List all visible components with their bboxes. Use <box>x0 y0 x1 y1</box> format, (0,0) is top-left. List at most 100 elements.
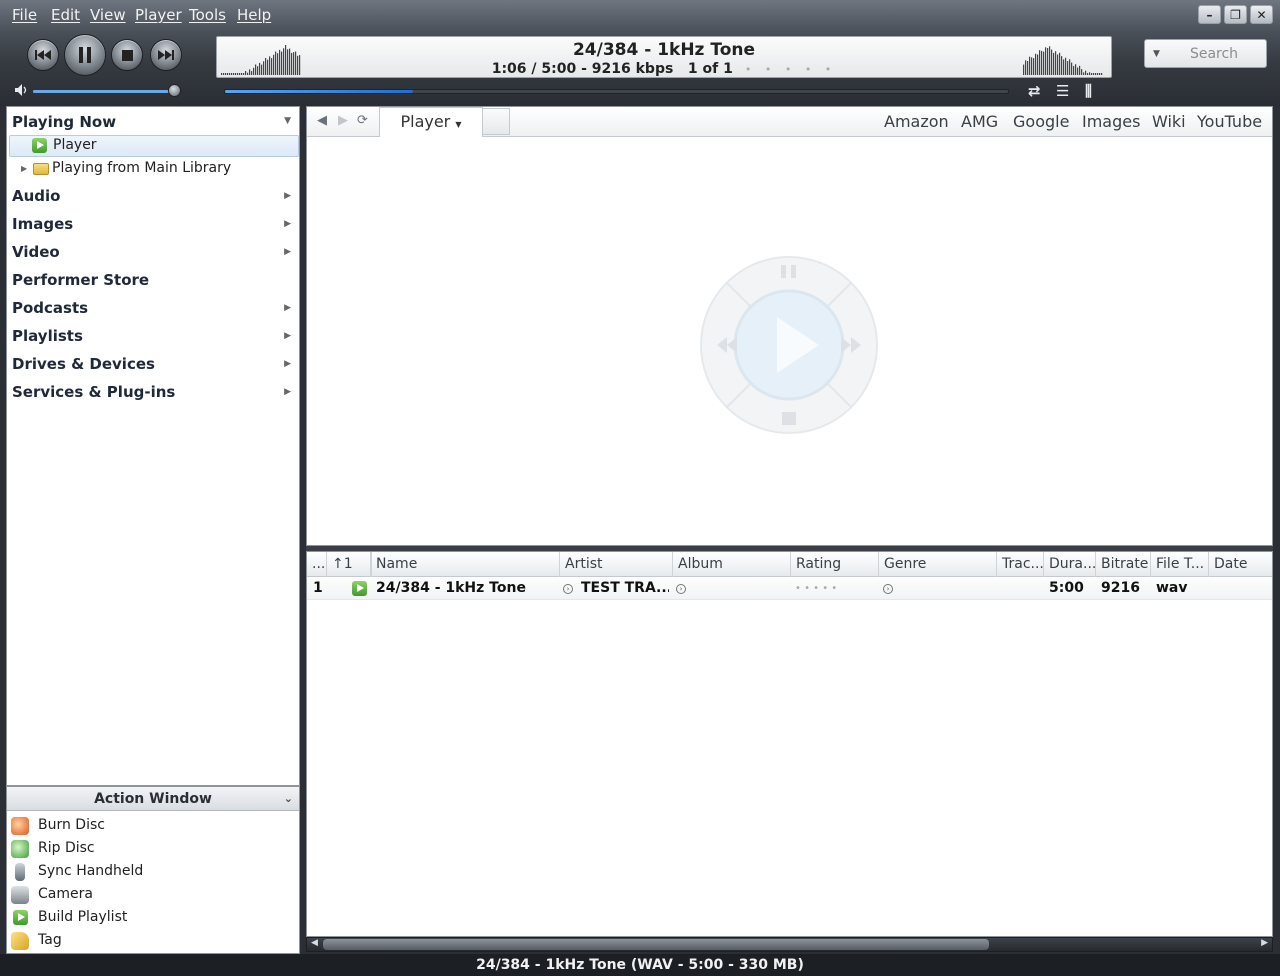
player-logo-icon <box>700 256 878 434</box>
spectrum-bar <box>1035 53 1037 75</box>
tree-section-podcasts[interactable]: Podcasts <box>12 299 88 317</box>
volume-slider[interactable] <box>33 90 175 93</box>
tab-player[interactable]: Player ▼ <box>379 107 483 137</box>
column-header-more[interactable]: ... <box>307 552 327 577</box>
back-icon[interactable]: ◀ <box>317 113 327 128</box>
pause-icon <box>79 47 91 63</box>
column-header-album[interactable]: Album <box>673 552 791 577</box>
link-amg[interactable]: AMG <box>961 112 998 131</box>
tree-item-playing-from-main-library[interactable]: Playing from Main Library <box>52 160 231 176</box>
repeat-icon[interactable]: ⇄ <box>1028 82 1041 100</box>
link-youtube[interactable]: YouTube <box>1197 112 1262 131</box>
track-list: ... ↑1 Name Artist Album Rating Genre Tr… <box>306 551 1273 937</box>
horizontal-scrollbar[interactable]: ◀ ▶ <box>306 937 1273 952</box>
forward-icon[interactable]: ▶ <box>338 113 348 128</box>
spectrum-bar <box>1095 73 1097 75</box>
next-track-button[interactable] <box>150 39 182 71</box>
row-rating[interactable]: • • • • • <box>795 583 837 594</box>
tree-section-drives-devices[interactable]: Drives & Devices <box>12 355 155 373</box>
spectrum-bar <box>1029 56 1031 75</box>
pause-button[interactable] <box>64 34 106 76</box>
list-header: ... ↑1 Name Artist Album Rating Genre Tr… <box>307 552 1272 577</box>
spectrum-bar <box>1083 72 1085 75</box>
shuffle-icon[interactable]: ☰ <box>1056 82 1069 100</box>
tree-section-video[interactable]: Video <box>12 243 60 261</box>
minimize-button[interactable]: – <box>1198 5 1221 24</box>
volume-icon[interactable] <box>15 84 29 96</box>
close-button[interactable]: ✕ <box>1250 5 1273 24</box>
tree-section-services-plugins[interactable]: Services & Plug-ins <box>12 383 175 401</box>
menu-view[interactable]: View <box>90 6 126 24</box>
table-row[interactable]: 1 24/384 - 1kHz Tone › TEST TRA... › • •… <box>307 578 1272 600</box>
column-header-order[interactable]: ↑1 <box>327 552 371 577</box>
link-wiki[interactable]: Wiki <box>1152 112 1186 131</box>
chevron-right-icon[interactable]: ▶ <box>284 387 291 397</box>
search-box[interactable]: ▼ <box>1144 39 1267 68</box>
link-amazon[interactable]: Amazon <box>884 112 949 131</box>
menu-player[interactable]: Player <box>135 6 182 24</box>
chevron-right-icon[interactable]: ▶ <box>284 331 291 341</box>
link-images[interactable]: Images <box>1082 112 1140 131</box>
expand-arrow-icon[interactable]: ▶ <box>21 164 27 173</box>
genre-link-icon[interactable]: › <box>883 584 893 594</box>
volume-slider-handle[interactable] <box>168 84 181 97</box>
tree-section-audio[interactable]: Audio <box>12 187 60 205</box>
column-header-file-type[interactable]: File T... <box>1151 552 1209 577</box>
action-window-title: Action Window <box>94 791 212 807</box>
tree-playing-now[interactable]: Playing Now <box>12 113 116 131</box>
menu-file[interactable]: File <box>12 6 37 24</box>
spectrum-bar <box>1079 65 1081 75</box>
tab-new[interactable] <box>482 108 510 135</box>
action-rip-disc-label: Rip Disc <box>38 840 95 856</box>
scroll-right-icon[interactable]: ▶ <box>1261 938 1268 948</box>
chevron-right-icon[interactable]: ▶ <box>284 303 291 313</box>
spectrum-bar <box>1043 51 1045 75</box>
tab-player-label: Player <box>400 112 451 131</box>
tree-section-images[interactable]: Images <box>12 215 73 233</box>
tree-section-performer-store[interactable]: Performer Store <box>12 271 149 289</box>
tree-section-playlists[interactable]: Playlists <box>12 327 83 345</box>
stop-button[interactable] <box>111 39 143 71</box>
scrollbar-thumb[interactable] <box>323 939 989 950</box>
column-header-bitrate[interactable]: Bitrate <box>1096 552 1151 577</box>
previous-track-button[interactable] <box>27 39 59 71</box>
search-input[interactable] <box>1165 43 1263 64</box>
action-build-playlist-label: Build Playlist <box>38 909 128 925</box>
chevron-right-icon[interactable]: ▶ <box>284 359 291 369</box>
refresh-icon[interactable]: ⟳ <box>357 113 368 128</box>
burn-disc-icon <box>11 817 29 835</box>
chevron-down-icon[interactable]: ▼ <box>284 116 291 126</box>
chevron-right-icon[interactable]: ▶ <box>284 191 291 201</box>
column-header-name[interactable]: Name <box>371 552 560 577</box>
column-header-artist[interactable]: Artist <box>560 552 673 577</box>
search-dropdown-icon[interactable]: ▼ <box>1153 49 1160 59</box>
column-header-date[interactable]: Date <box>1209 552 1272 577</box>
chevron-right-icon[interactable]: ▶ <box>284 247 291 257</box>
scroll-left-icon[interactable]: ◀ <box>311 938 318 948</box>
column-header-track[interactable]: Trac... <box>997 552 1044 577</box>
column-header-rating[interactable]: Rating <box>791 552 879 577</box>
equalizer-icon[interactable]: ⫼ <box>1085 82 1092 100</box>
chevron-right-icon[interactable]: ▶ <box>284 219 291 229</box>
menu-help[interactable]: Help <box>237 6 271 24</box>
restore-button[interactable]: ❐ <box>1224 5 1247 24</box>
spectrum-bar <box>1053 52 1055 75</box>
menu-edit[interactable]: Edit <box>51 6 80 24</box>
column-header-genre[interactable]: Genre <box>879 552 997 577</box>
column-header-duration[interactable]: Dura... <box>1044 552 1096 577</box>
tree-item-player[interactable]: Player <box>9 135 299 157</box>
artist-link-icon[interactable]: › <box>563 584 573 594</box>
rating-stars[interactable]: • • • • • <box>745 63 836 76</box>
menu-tools[interactable]: Tools <box>189 6 226 24</box>
tag-icon <box>11 932 29 950</box>
spectrum-bar <box>1027 61 1029 75</box>
row-artist: TEST TRA... <box>581 580 669 596</box>
status-bar: 24/384 - 1kHz Tone (WAV - 5:00 - 330 MB) <box>0 954 1280 976</box>
chevron-down-icon[interactable]: ⌄ <box>284 787 293 811</box>
link-google[interactable]: Google <box>1013 112 1069 131</box>
seek-bar[interactable] <box>224 89 1009 94</box>
spectrum-bar <box>1077 67 1079 75</box>
album-link-icon[interactable]: › <box>676 584 686 594</box>
spectrum-bar <box>1065 57 1067 75</box>
spectrum-bar <box>1089 72 1091 75</box>
